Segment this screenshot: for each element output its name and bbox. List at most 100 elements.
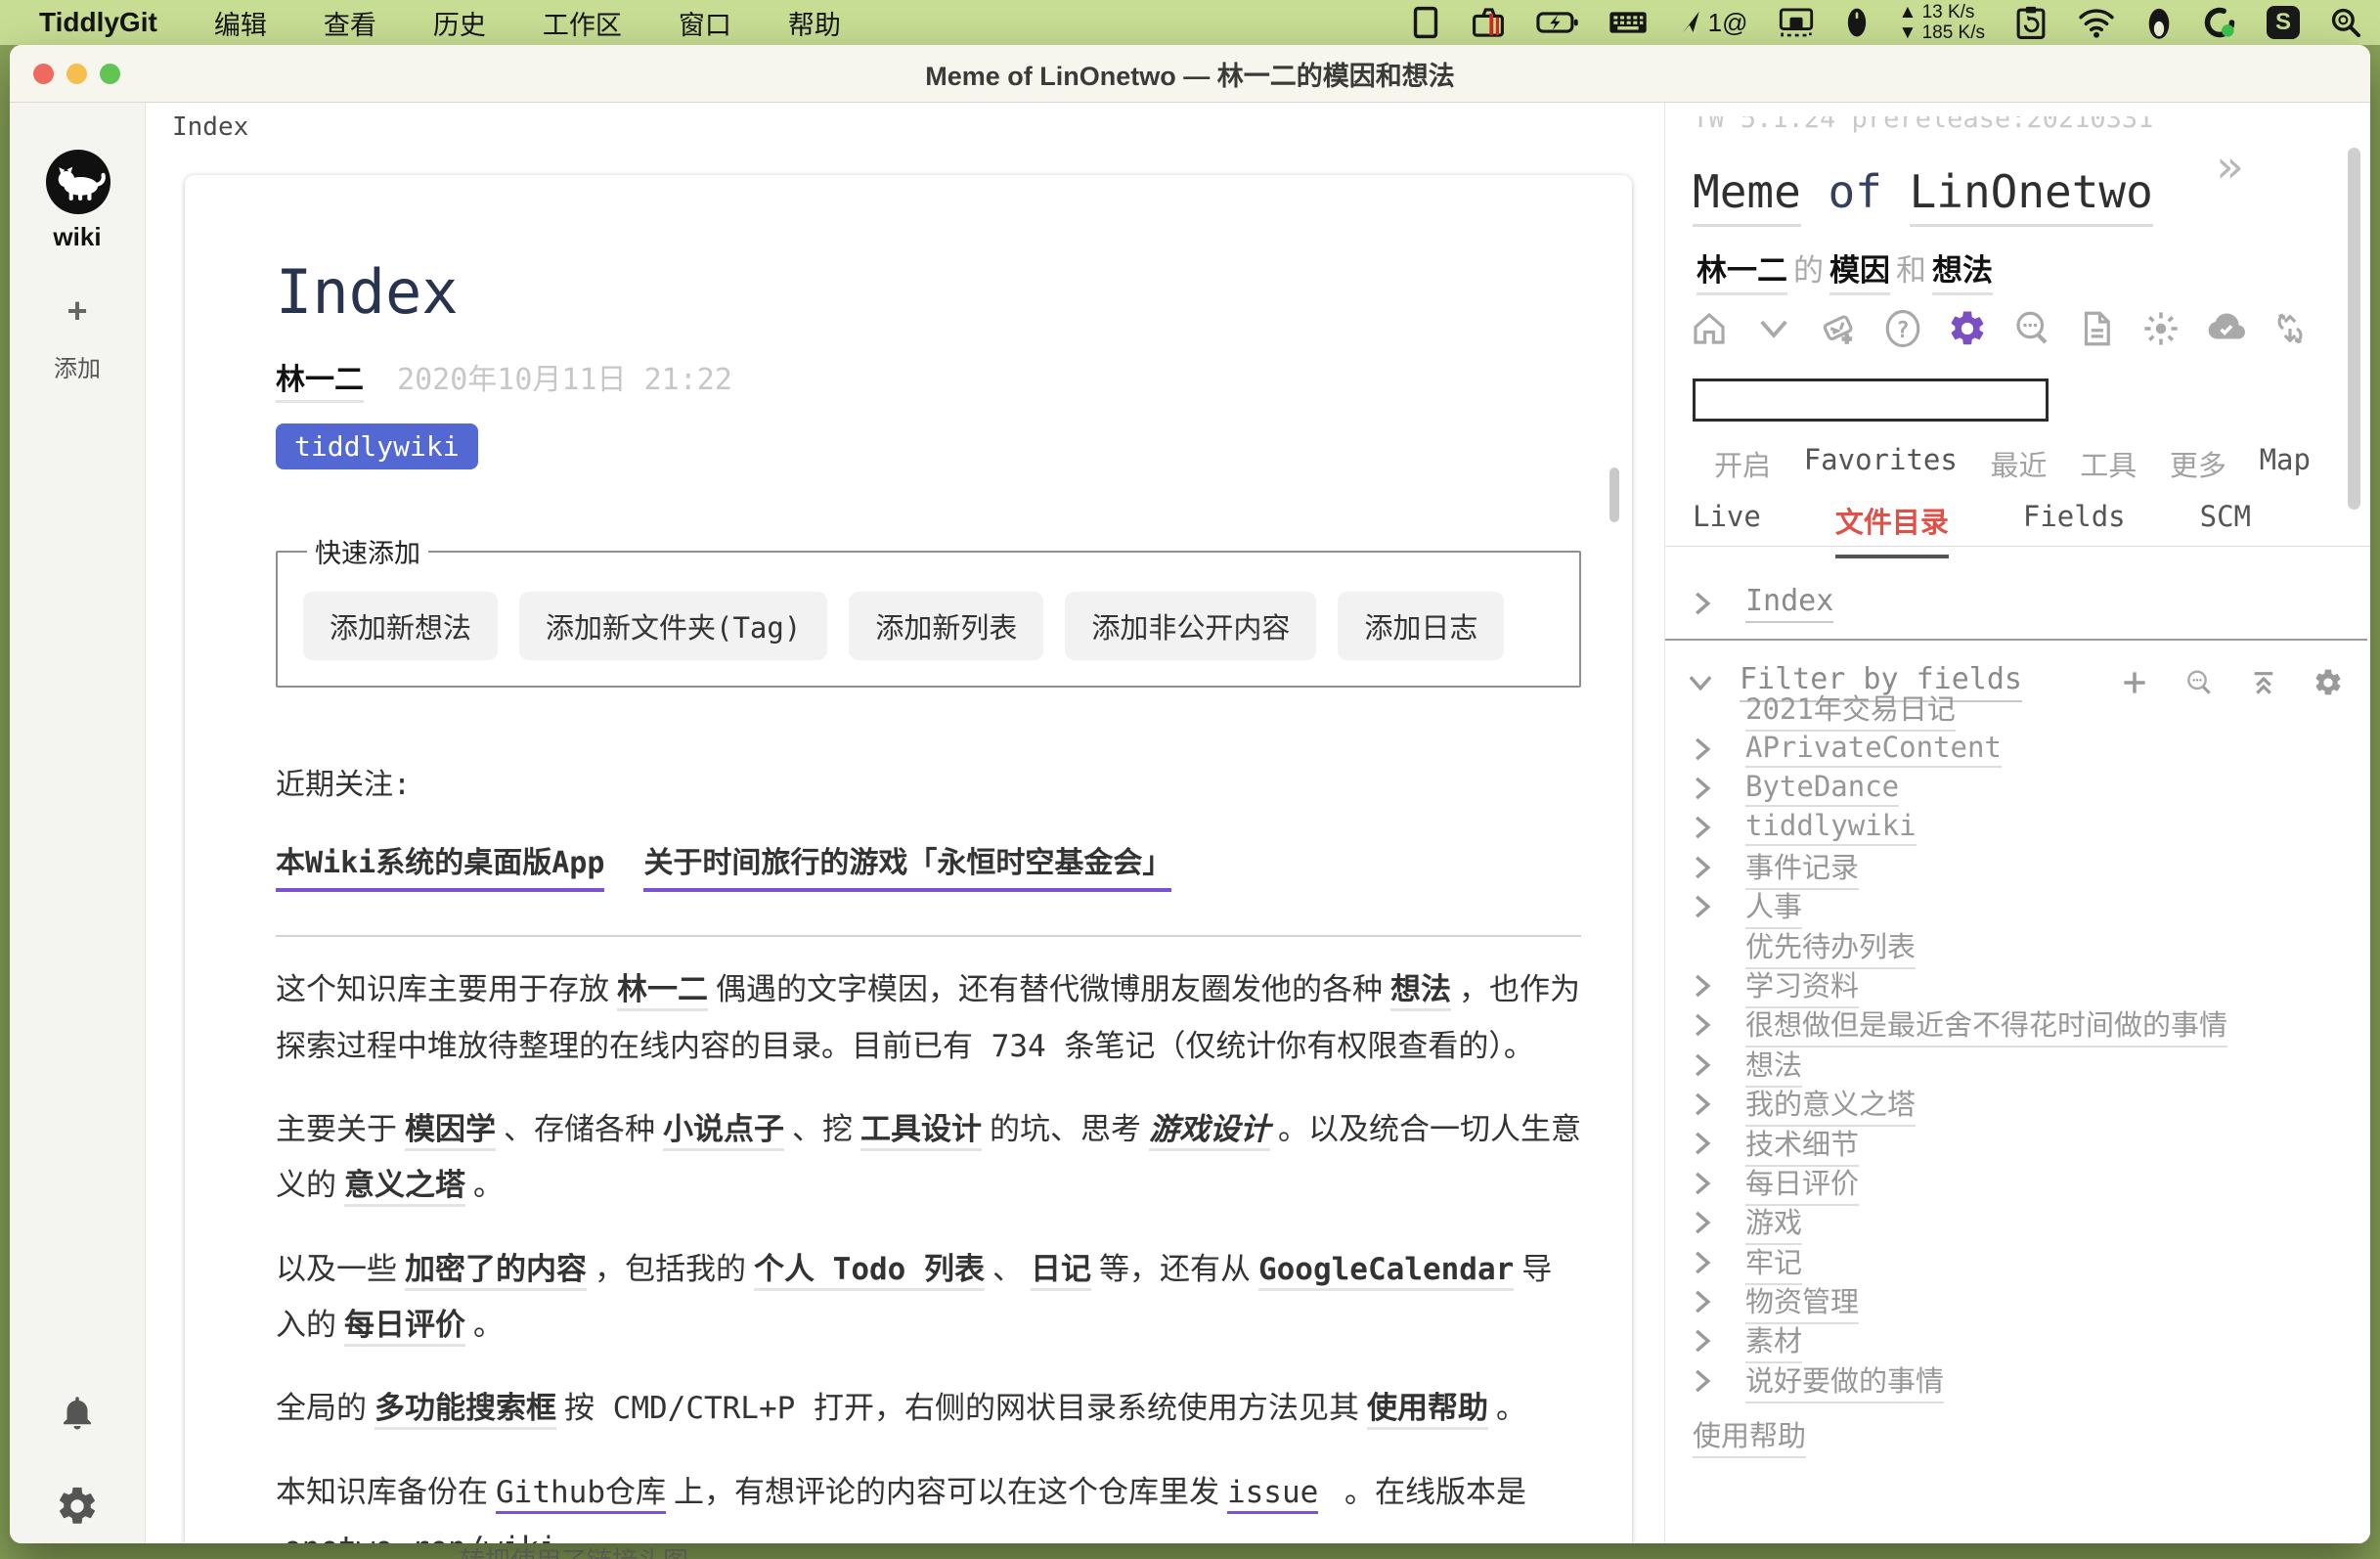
internal-link[interactable]: GoogleCalendar — [1258, 1252, 1514, 1291]
menu-item[interactable]: 帮助 — [788, 4, 841, 42]
workspace-avatar[interactable] — [46, 150, 110, 214]
new-tiddler-icon[interactable] — [1818, 308, 1859, 349]
directory-item[interactable]: APrivateContent — [1693, 729, 2338, 768]
directory-item[interactable]: 优先待办列表 — [1693, 926, 2338, 965]
sidebar-tab[interactable]: Fields — [2023, 500, 2126, 558]
menu-item[interactable]: 查看 — [324, 4, 376, 42]
directory-item[interactable]: 学习资料 — [1693, 966, 2338, 1005]
search-input[interactable] — [1693, 379, 2049, 422]
quick-add-button[interactable]: 添加非公开内容 — [1065, 592, 1316, 660]
zoom-window-button[interactable] — [100, 64, 120, 84]
sidebar-tab[interactable]: Map — [2260, 443, 2311, 484]
internal-link[interactable]: 日记 — [1031, 1252, 1091, 1291]
sidebar-tab[interactable]: 工具 — [2080, 443, 2137, 484]
directory-item-label[interactable]: 素材 — [1745, 1318, 1802, 1363]
window-title-bar[interactable]: Meme of LinOnetwo — 林一二的模因和想法 — [10, 45, 2370, 103]
menu-item[interactable]: 历史 — [433, 4, 486, 42]
spotlight-icon[interactable] — [2329, 6, 2362, 39]
recent-link[interactable]: 本Wiki系统的桌面版App — [276, 838, 604, 892]
toolbox-icon[interactable] — [1470, 6, 1507, 39]
clipboard-history-icon[interactable] — [2014, 5, 2048, 40]
tag-pill[interactable]: tiddlywiki — [276, 423, 478, 469]
tree-root-row[interactable]: Index — [1693, 584, 1833, 623]
directory-item[interactable]: 物资管理 — [1693, 1282, 2338, 1321]
preferences-gear-icon[interactable] — [55, 1484, 100, 1529]
menu-app-name[interactable]: TiddlyGit — [39, 7, 157, 38]
directory-item-label[interactable]: 我的意义之塔 — [1745, 1082, 1916, 1127]
directory-item-label[interactable]: 学习资料 — [1745, 963, 1859, 1008]
directory-item[interactable]: 事件记录 — [1693, 848, 2338, 887]
s-app-icon[interactable]: S — [2267, 6, 2300, 39]
sidebar-tab[interactable]: Live — [1693, 500, 1761, 558]
workspace-name[interactable]: wiki — [10, 222, 145, 252]
network-speed-indicator[interactable]: ▲ 13 K/s ▼ 185 K/s — [1898, 2, 1985, 43]
sidebar-scrollbar-thumb[interactable] — [2348, 148, 2360, 510]
directory-item-label[interactable]: 想法 — [1745, 1043, 1802, 1088]
text-run[interactable]: 模因 — [1829, 253, 1890, 295]
quick-add-button[interactable]: 添加新列表 — [849, 592, 1043, 660]
directory-item-label[interactable]: 2021年交易日记 — [1745, 687, 1956, 732]
directory-item-label[interactable]: 技术细节 — [1745, 1122, 1859, 1167]
internal-link[interactable]: 小说点子 — [663, 1112, 784, 1151]
theme-icon[interactable] — [2140, 308, 2182, 349]
directory-item-label[interactable]: APrivateContent — [1745, 731, 2002, 768]
chevron-down-icon[interactable] — [1753, 308, 1794, 349]
sidebar-tab[interactable]: 文件目录 — [1835, 500, 1949, 558]
battery-charging-icon[interactable] — [1536, 8, 1579, 37]
text-run[interactable]: Meme — [1693, 165, 1801, 227]
story-scrollbar-thumb[interactable] — [1609, 468, 1619, 522]
internal-link[interactable]: 每日评价 — [344, 1308, 465, 1347]
directory-item-label[interactable]: tiddlywiki — [1745, 809, 1917, 846]
text-run[interactable]: LinOnetwo — [1910, 165, 2153, 227]
directory-item-label[interactable]: 每日评价 — [1745, 1161, 1859, 1206]
collapse-sidebar-icon[interactable]: » — [2216, 144, 2243, 189]
sidebar-tab[interactable]: Favorites — [1804, 443, 1958, 484]
directory-item[interactable]: 说好要做的事情 — [1693, 1361, 2338, 1401]
internal-link[interactable]: 意义之塔 — [344, 1168, 465, 1207]
internal-link[interactable]: 游戏设计 — [1149, 1112, 1270, 1151]
external-link[interactable]: issue — [1227, 1475, 1318, 1514]
sidebar-tab[interactable]: 更多 — [2170, 443, 2226, 484]
notifications-bell-icon[interactable] — [57, 1392, 98, 1433]
recent-link[interactable]: 关于时间旅行的游戏「永恒时空基金会」 — [643, 838, 1171, 892]
tree-root-label[interactable]: Index — [1745, 584, 1833, 623]
advanced-search-icon[interactable] — [2011, 308, 2052, 349]
home-icon[interactable] — [1689, 308, 1730, 349]
minimize-window-button[interactable] — [66, 64, 87, 84]
internal-link[interactable]: 使用帮助 — [1367, 1391, 1488, 1430]
internal-link[interactable]: 加密了的内容 — [405, 1252, 587, 1291]
screen-capture-icon[interactable] — [1777, 6, 1816, 39]
settings-icon[interactable] — [1947, 308, 1988, 349]
git-sync-icon[interactable] — [2270, 308, 2311, 349]
cloud-sync-icon[interactable] — [2205, 308, 2246, 349]
penguin-icon[interactable] — [2145, 5, 2173, 40]
display-icon[interactable] — [1411, 6, 1440, 39]
directory-item[interactable]: 想法 — [1693, 1046, 2338, 1085]
directory-item-label[interactable]: ByteDance — [1745, 770, 1899, 807]
menu-item[interactable]: 工作区 — [543, 4, 622, 42]
directory-item[interactable]: 我的意义之塔 — [1693, 1085, 2338, 1124]
help-icon[interactable]: ? — [1882, 308, 1923, 349]
add-workspace-plus[interactable]: + — [10, 290, 145, 332]
menu-item[interactable]: 编辑 — [214, 4, 267, 42]
text-run[interactable]: 林一二 — [1697, 253, 1787, 295]
directory-item[interactable]: 技术细节 — [1693, 1124, 2338, 1163]
internal-link[interactable]: 想法 — [1390, 972, 1451, 1011]
add-workspace-label[interactable]: 添加 — [10, 349, 145, 383]
directory-item[interactable]: 2021年交易日记 — [1693, 690, 2338, 729]
text-run[interactable]: 想法 — [1932, 253, 1993, 295]
directory-item[interactable]: 游戏 — [1693, 1203, 2338, 1242]
directory-item-label[interactable]: 牢记 — [1745, 1240, 1802, 1285]
directory-item[interactable]: 素材 — [1693, 1321, 2338, 1360]
directory-item-label[interactable]: 人事 — [1745, 884, 1802, 929]
directory-item-label[interactable]: 很想做但是最近舍不得花时间做的事情 — [1745, 1002, 2227, 1047]
directory-item-label[interactable]: 物资管理 — [1745, 1279, 1859, 1324]
internal-link[interactable]: 多功能搜索框 — [375, 1391, 556, 1430]
sidebar-tab[interactable]: SCM — [2200, 500, 2251, 558]
directory-item-label[interactable]: 游戏 — [1745, 1200, 1802, 1245]
directory-item-label[interactable]: 事件记录 — [1745, 845, 1859, 890]
directory-item-label[interactable]: 优先待办列表 — [1745, 924, 1916, 969]
progress-ring-icon[interactable] — [2202, 5, 2237, 40]
directory-item[interactable]: 牢记 — [1693, 1242, 2338, 1281]
directory-item-label[interactable]: 说好要做的事情 — [1745, 1359, 1944, 1403]
